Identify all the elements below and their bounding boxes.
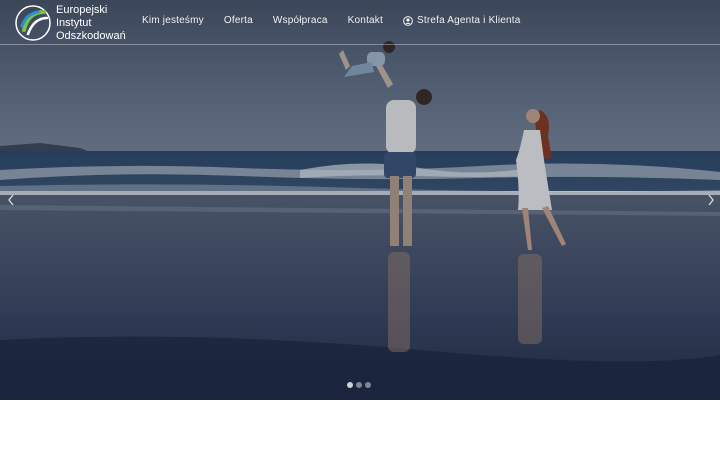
hero-slider: Europejski Instytut Odszkodowań Kim jest…	[0, 0, 720, 400]
brand-logo[interactable]: Europejski Instytut Odszkodowań	[14, 3, 134, 43]
chevron-right-icon[interactable]	[706, 192, 716, 208]
brand-line-2: Instytut	[56, 16, 92, 29]
nav-item-wspolpraca[interactable]: Współpraca	[273, 15, 328, 26]
chevron-left-icon[interactable]	[6, 192, 16, 208]
account-zone-label: Strefa Agenta i Klienta	[416, 15, 521, 26]
content-area	[0, 400, 720, 450]
brand-line-3: Odszkodowań	[56, 29, 126, 42]
slider-pagination	[347, 382, 374, 388]
hero-image	[0, 0, 720, 400]
nav-item-oferta[interactable]: Oferta	[224, 15, 253, 26]
slider-dot[interactable]	[347, 382, 353, 388]
nav-item-account-zone[interactable]: Strefa Agenta i Klienta	[403, 15, 521, 26]
brand-line-1: Europejski	[56, 3, 108, 16]
user-circle-icon	[403, 15, 413, 26]
nav-item-kontakt[interactable]: Kontakt	[348, 15, 383, 26]
slider-dot[interactable]	[365, 382, 371, 388]
top-navbar: Europejski Instytut Odszkodowań Kim jest…	[0, 0, 720, 45]
brand-name: Europejski Instytut Odszkodowań	[56, 4, 126, 43]
nav-item-kim-jestesmy[interactable]: Kim jesteśmy	[142, 15, 204, 26]
main-menu: Kim jesteśmy Oferta Współpraca Kontakt S…	[142, 15, 521, 26]
logo-icon	[15, 5, 51, 41]
slider-dot[interactable]	[356, 382, 362, 388]
